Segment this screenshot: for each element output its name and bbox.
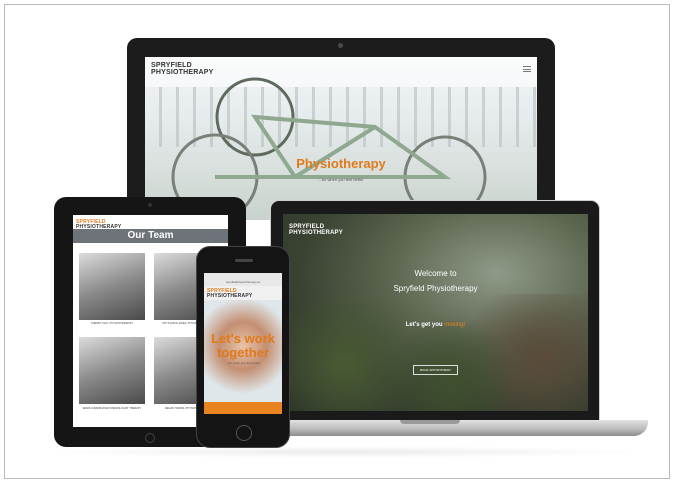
team-photo[interactable] xyxy=(79,253,145,320)
hero-subtitle: ...for when you feel better xyxy=(318,177,364,182)
welcome-text: Welcome to xyxy=(414,269,457,278)
team-caption: SHERRY TALK, PHYSIOTHERAPIST xyxy=(91,322,133,325)
tagline-accent: moving! xyxy=(444,322,466,328)
team-caption: EMMA CUMMINGHAM KINESIOLOGIST THERAPY xyxy=(82,407,142,410)
device-shadow xyxy=(40,446,650,458)
laptop: SPRYFIELD PHYSIOTHERAPY Welcome to Spryf… xyxy=(270,200,600,422)
laptop-screen: SPRYFIELD PHYSIOTHERAPY Welcome to Spryf… xyxy=(283,214,588,411)
smartphone: spryfieldphysiotherapy.ca SPRYFIELD PHYS… xyxy=(196,246,290,448)
tagline-prefix: Let's get you xyxy=(405,322,445,328)
bicycle-illustration xyxy=(171,77,487,220)
team-photo[interactable] xyxy=(79,337,145,404)
laptop-notch xyxy=(400,420,460,424)
desktop-monitor: SPRYFIELD PHYSIOTHERAPY Physiotherapy ..… xyxy=(127,38,555,220)
browser-bar: spryfieldphysiotherapy.ca xyxy=(204,273,282,286)
our-team-heading: Our Team xyxy=(73,229,228,243)
tagline: Let's get you moving! xyxy=(283,322,588,328)
monitor-screen: SPRYFIELD PHYSIOTHERAPY Physiotherapy ..… xyxy=(145,57,537,220)
home-button[interactable] xyxy=(236,425,252,441)
home-button[interactable] xyxy=(145,433,155,443)
laptop-base xyxy=(260,420,648,436)
hero-title: Physiotherapy xyxy=(296,156,386,171)
headline-line-2: together xyxy=(217,345,269,360)
hero-headline: Let's work together xyxy=(204,332,282,360)
logo-line-2: PHYSIOTHERAPY xyxy=(207,293,253,299)
brand-name-text: Spryfield Physiotherapy xyxy=(393,284,478,293)
phone-screen: spryfieldphysiotherapy.ca SPRYFIELD PHYS… xyxy=(204,273,282,414)
speaker-icon xyxy=(235,259,253,262)
garden-background xyxy=(283,294,588,411)
site-logo[interactable]: SPRYFIELD PHYSIOTHERAPY xyxy=(289,224,343,236)
camera-icon xyxy=(148,203,152,207)
hero-tagline: ...for when you feel better xyxy=(226,361,260,365)
camera-icon xyxy=(338,43,343,48)
book-appointment-button[interactable]: BOOK APPOINTMENT xyxy=(413,365,458,375)
site-logo[interactable]: SPRYFIELD PHYSIOTHERAPY xyxy=(207,289,252,299)
orange-footer-bar xyxy=(204,402,282,414)
address-bar[interactable]: spryfieldphysiotherapy.ca xyxy=(204,280,282,284)
headline-line-1: Let's work xyxy=(211,331,275,346)
logo-line-2: PHYSIOTHERAPY xyxy=(289,230,343,236)
